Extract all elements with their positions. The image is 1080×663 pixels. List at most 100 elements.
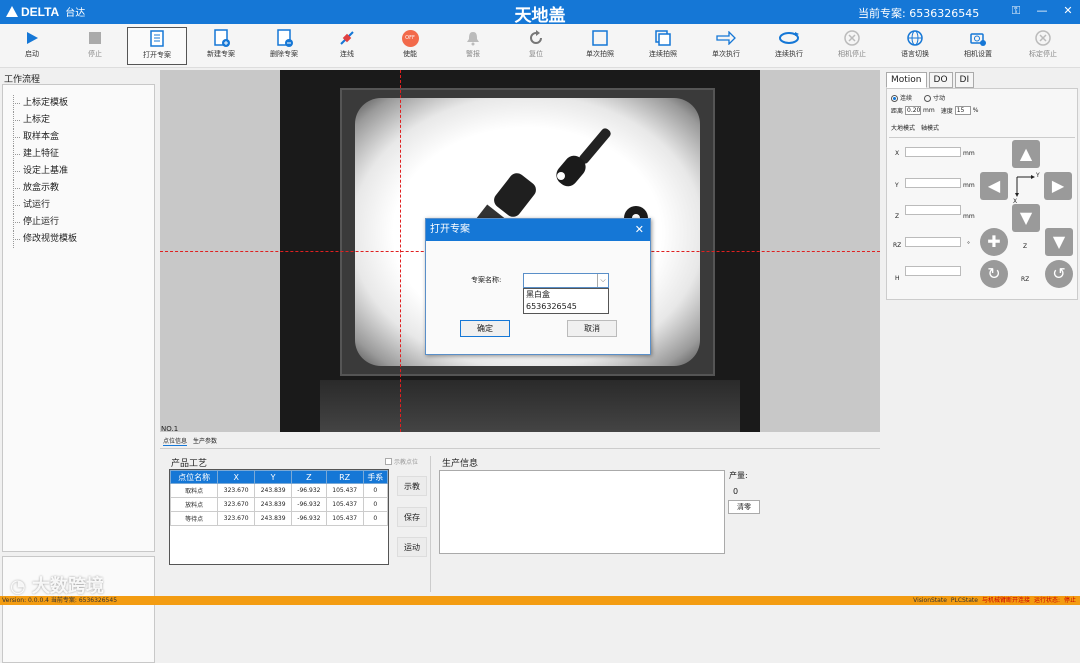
jog-left-button[interactable]: ◀ bbox=[980, 172, 1008, 200]
save-button[interactable]: 保存 bbox=[397, 507, 427, 527]
watermark: ◔ 大数跨境 bbox=[10, 572, 104, 598]
clear-button[interactable]: 清零 bbox=[728, 500, 760, 514]
workflow-item[interactable]: 设定上基准 bbox=[12, 163, 77, 180]
jog-rz-cw-button[interactable]: ↺ bbox=[1045, 260, 1073, 288]
table-row[interactable]: 放料点 323.670 243.839 -96.932 105.437 0 bbox=[169, 497, 389, 512]
camera-stop-button[interactable]: 相机停止 bbox=[822, 27, 882, 65]
cell: 等待点 bbox=[169, 511, 219, 526]
alarm-button[interactable]: 警报 bbox=[443, 27, 503, 65]
axis-x-input[interactable] bbox=[905, 147, 961, 157]
teach-point-checkbox[interactable]: 示教点位 bbox=[385, 457, 418, 466]
status-left: Version: 0.0.0.4 当前专案: 6536326545 bbox=[2, 596, 117, 605]
open-file-icon bbox=[150, 30, 164, 47]
language-switch-button[interactable]: 语言切换 bbox=[885, 27, 945, 65]
move-button[interactable]: 运动 bbox=[397, 537, 427, 557]
tab-point-info[interactable]: 点位信息 bbox=[163, 436, 188, 446]
terminal-part-1 bbox=[556, 128, 611, 187]
teach-button[interactable]: 示教 bbox=[397, 476, 427, 496]
workflow-item[interactable]: 上标定 bbox=[12, 112, 77, 129]
jog-z-down-button[interactable]: ▼ bbox=[1045, 228, 1073, 256]
mode-inch-radio[interactable]: 寸动 bbox=[924, 93, 945, 102]
close-icon[interactable]: ✕ bbox=[635, 219, 644, 241]
bottom-panel: 点位信息 生产参数 产品工艺 示教点位 点位名称 X Y Z RZ 手系 取料点… bbox=[160, 434, 880, 594]
window-controls: ⚿ — ✕ bbox=[1010, 4, 1074, 18]
delete-file-icon bbox=[277, 29, 293, 47]
workflow-item[interactable]: 取样本盒 bbox=[12, 129, 77, 146]
continuous-capture-button[interactable]: 连续拍照 bbox=[633, 27, 693, 65]
table-row[interactable]: 取料点 323.670 243.839 -96.932 105.437 0 bbox=[169, 483, 389, 498]
axis-y-input[interactable] bbox=[905, 178, 961, 188]
axis-rz-input[interactable] bbox=[905, 237, 961, 247]
jog-down-button[interactable]: ▼ bbox=[1012, 204, 1040, 232]
ok-button[interactable]: 确定 bbox=[460, 320, 510, 337]
tab-di[interactable]: DI bbox=[954, 72, 975, 88]
dropdown-option[interactable]: 6536326545 bbox=[524, 301, 608, 313]
minimize-icon[interactable]: — bbox=[1036, 4, 1048, 18]
cell: 0 bbox=[362, 511, 389, 526]
calibration-stop-button[interactable]: 标定停止 bbox=[1013, 27, 1073, 65]
axis-rz-label: RZ bbox=[893, 242, 902, 249]
run-state-value: 停止 bbox=[1063, 597, 1076, 604]
start-button[interactable]: 启动 bbox=[2, 27, 62, 65]
axis-y-unit: mm bbox=[963, 182, 975, 189]
mode-continuous-radio[interactable]: 连续 bbox=[891, 93, 912, 102]
cell: 105.437 bbox=[325, 497, 364, 512]
coord-y-label: Y bbox=[1036, 172, 1040, 179]
distance-input[interactable]: 0.20 bbox=[905, 106, 922, 115]
camera-settings-button[interactable]: 相机设置 bbox=[948, 27, 1008, 65]
project-name-label: 专案名称: bbox=[471, 276, 502, 284]
delete-project-button[interactable]: 删除专案 bbox=[254, 27, 314, 65]
workflow-item[interactable]: 上标定模板 bbox=[12, 95, 77, 112]
stop-button[interactable]: 停止 bbox=[65, 27, 125, 65]
reset-button[interactable]: 复位 bbox=[506, 27, 566, 65]
col-header: Z bbox=[291, 470, 327, 484]
dropdown-option[interactable]: 黑白盒 bbox=[524, 289, 608, 301]
workflow-item[interactable]: 建上特征 bbox=[12, 146, 77, 163]
current-project-label: 当前专案: bbox=[858, 7, 906, 20]
workflow-item[interactable]: 修改视觉模板 bbox=[12, 231, 77, 248]
jog-right-button[interactable]: ▶ bbox=[1044, 172, 1072, 200]
toolbar: 启动 停止 打开专案 新建专案 删除专案 连线 OFF 使能 警报 复位 单次拍… bbox=[0, 24, 1080, 68]
cell: 243.839 bbox=[254, 511, 293, 526]
workflow-item[interactable]: 试运行 bbox=[12, 197, 77, 214]
stop-circle-icon bbox=[1035, 30, 1051, 46]
speed-input[interactable]: 15 bbox=[954, 106, 971, 115]
arrow-right-icon bbox=[716, 31, 736, 45]
jog-z-up-button[interactable]: ✚ bbox=[980, 228, 1008, 256]
jog-rz-ccw-button[interactable]: ↻ bbox=[980, 260, 1008, 288]
open-project-button[interactable]: 打开专案 bbox=[127, 27, 187, 65]
lock-icon[interactable]: ⚿ bbox=[1010, 4, 1022, 18]
current-project-value: 6536326545 bbox=[909, 7, 980, 20]
single-capture-button[interactable]: 单次拍照 bbox=[570, 27, 630, 65]
workflow-item[interactable]: 停止运行 bbox=[12, 214, 77, 231]
teach-point-label: 示教点位 bbox=[394, 459, 419, 466]
new-file-icon bbox=[214, 29, 230, 47]
cancel-button[interactable]: 取消 bbox=[567, 320, 617, 337]
tab-axis-mode[interactable]: 轴模式 bbox=[921, 123, 939, 132]
jog-up-button[interactable]: ▲ bbox=[1012, 140, 1040, 168]
divider bbox=[430, 456, 431, 592]
tab-production-params[interactable]: 生产参数 bbox=[193, 436, 217, 446]
close-window-icon[interactable]: ✕ bbox=[1062, 4, 1074, 18]
triangle-down-icon: ▼ bbox=[1052, 232, 1066, 251]
run-state-label: 运行状态: bbox=[1033, 597, 1060, 604]
tab-do[interactable]: DO bbox=[928, 72, 953, 88]
axis-h-input[interactable] bbox=[905, 266, 961, 276]
axis-z-input[interactable] bbox=[905, 205, 961, 215]
jog-rz-label: RZ bbox=[1021, 276, 1030, 283]
project-name-combo[interactable]: ⌵ bbox=[523, 273, 609, 288]
single-capture-label: 单次拍照 bbox=[586, 50, 614, 58]
connect-button[interactable]: 连线 bbox=[317, 27, 377, 65]
chevron-down-icon[interactable]: ⌵ bbox=[597, 274, 608, 287]
workflow-item[interactable]: 放盒示教 bbox=[12, 180, 77, 197]
plc-state: PLCState bbox=[950, 597, 978, 604]
continuous-run-button[interactable]: 连续执行 bbox=[759, 27, 819, 65]
tab-world-mode[interactable]: 大地模式 bbox=[891, 123, 915, 132]
single-run-button[interactable]: 单次执行 bbox=[696, 27, 756, 65]
col-header: Y bbox=[254, 470, 293, 484]
tab-motion[interactable]: Motion bbox=[886, 72, 927, 88]
enable-button[interactable]: OFF 使能 bbox=[380, 27, 440, 65]
new-project-button[interactable]: 新建专案 bbox=[191, 27, 251, 65]
table-row[interactable]: 等待点 323.670 243.839 -96.932 105.437 0 bbox=[169, 511, 389, 526]
continuous-capture-label: 连续拍照 bbox=[649, 50, 677, 58]
